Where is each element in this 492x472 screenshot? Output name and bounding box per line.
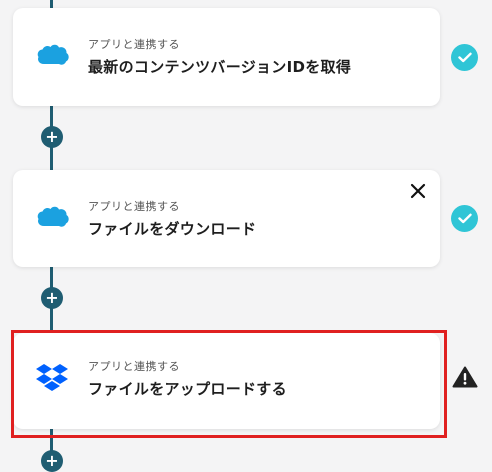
add-step-button[interactable]: +: [41, 287, 63, 309]
step-subtitle: アプリと連携する: [88, 38, 180, 51]
flow-step-card-2[interactable]: アプリと連携する ファイルをダウンロード: [13, 170, 440, 267]
warning-icon: [452, 366, 478, 392]
step-complete-check-icon: [451, 205, 478, 232]
step-title: 最新のコンテンツバージョンIDを取得: [88, 58, 352, 76]
add-step-button[interactable]: +: [41, 450, 63, 472]
step-complete-check-icon: [451, 44, 478, 71]
add-step-button[interactable]: +: [41, 126, 63, 148]
step-title: ファイルをダウンロード: [88, 220, 257, 238]
salesforce-cloud-icon: [36, 205, 70, 233]
close-icon[interactable]: [410, 183, 426, 199]
flow-step-card-1[interactable]: アプリと連携する 最新のコンテンツバージョンIDを取得: [13, 8, 440, 106]
salesforce-cloud-icon: [36, 43, 70, 71]
selected-step-highlight: [11, 330, 447, 438]
step-subtitle: アプリと連携する: [88, 200, 180, 213]
